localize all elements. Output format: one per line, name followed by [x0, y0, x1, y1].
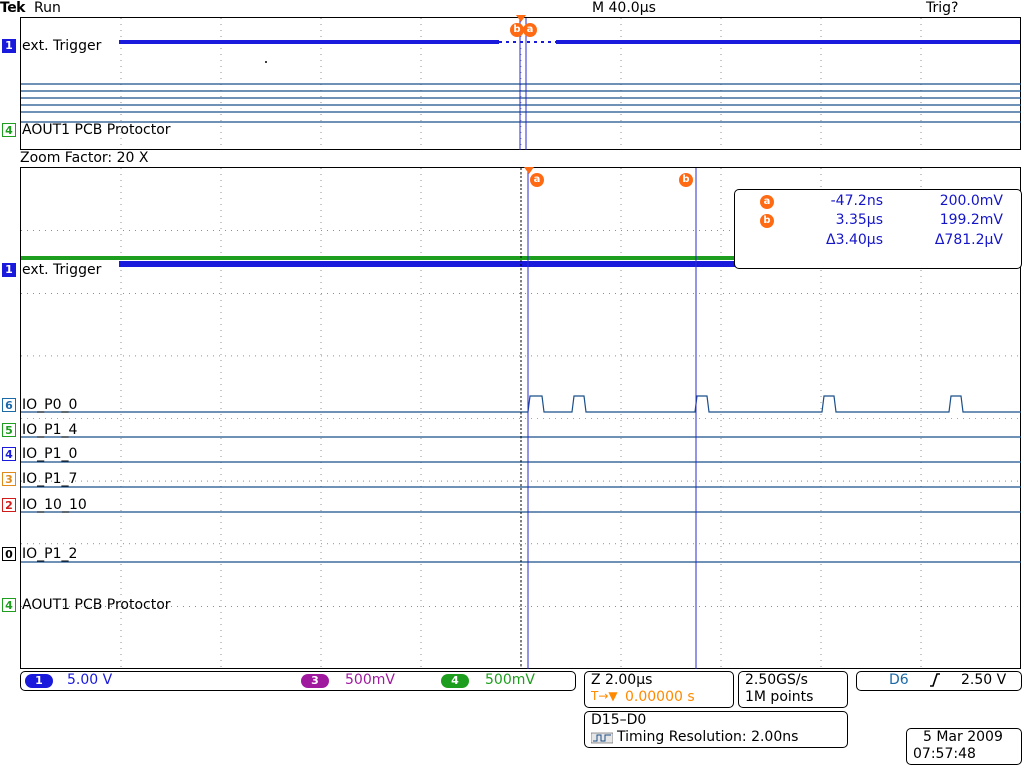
zoom-ch1-label: ext. Trigger: [22, 262, 102, 278]
ch1-scale[interactable]: 5.00 V: [67, 672, 112, 688]
time-label: 07:57:48: [913, 746, 976, 762]
overview-cursor-b-marker[interactable]: b: [510, 23, 524, 37]
vertical-scale-bar[interactable]: 1 5.00 V 3 500mV 4 500mV: [20, 671, 576, 691]
overview-waveform-svg: [21, 18, 1021, 150]
d3-marker[interactable]: 3: [2, 472, 16, 486]
trigger-status: Trig?: [926, 0, 959, 16]
trigger-source: D6: [889, 672, 909, 688]
digital-label-io-p1-4: IO_P1_4: [22, 422, 78, 438]
digital-label-io-p0-0: IO_P0_0: [22, 397, 78, 413]
timebase-readout: M 40.0µs: [592, 0, 656, 16]
cursor-readout-box: a -47.2ns 200.0mV b 3.35µs 199.2mV Δ3.40…: [734, 189, 1022, 269]
d6-marker[interactable]: 6: [2, 398, 16, 412]
d5-marker[interactable]: 5: [2, 423, 16, 437]
ch1-chip[interactable]: 1: [25, 674, 53, 688]
trigger-position-icon-small: T→▼: [591, 689, 618, 703]
horizontal-position: 0.00000 s: [625, 689, 695, 705]
zoom-factor-label: Zoom Factor: 20 X: [20, 150, 149, 166]
cursor-a-voltage: 200.0mV: [939, 193, 1003, 209]
digital-label-io-10-10: IO_10_10: [22, 497, 87, 513]
ch4-marker-overview[interactable]: 4: [2, 123, 16, 137]
brand-logo: Tek: [0, 0, 26, 16]
zoom-cursor-a-marker[interactable]: a: [530, 173, 544, 187]
ch4-marker-zoom[interactable]: 4: [2, 598, 16, 612]
acquisition-box[interactable]: 2.50GS/s 1M points: [738, 671, 848, 708]
trigger-box[interactable]: D6 2.50 V: [856, 671, 1022, 691]
cursor-delta-voltage: Δ781.2µV: [934, 232, 1003, 248]
ch3-scale[interactable]: 500mV: [345, 672, 395, 688]
ch1-marker-overview[interactable]: 1: [2, 39, 16, 53]
ch1-marker-zoom[interactable]: 1: [2, 263, 16, 277]
d4-marker[interactable]: 4: [2, 447, 16, 461]
zoom-cursor-b-marker[interactable]: b: [679, 173, 693, 187]
digital-timing-box[interactable]: D15–D0 Timing Resolution: 2.00ns: [584, 711, 848, 748]
ch4-scale[interactable]: 500mV: [485, 672, 535, 688]
cursor-b-voltage: 199.2mV: [939, 212, 1003, 228]
trigger-position-icon: [516, 15, 526, 22]
acquisition-state: Run: [34, 0, 61, 16]
d0-marker[interactable]: 0: [2, 547, 16, 561]
horizontal-zoom-box[interactable]: Z 2.00µs T→▼ 0.00000 s: [584, 671, 734, 708]
timing-resolution: Timing Resolution: 2.00ns: [617, 729, 799, 745]
cursor-delta-time: Δ3.40µs: [826, 232, 883, 248]
cursor-b-time: 3.35µs: [835, 212, 883, 228]
digital-label-io-p1-0: IO_P1_0: [22, 446, 78, 462]
ch4-chip[interactable]: 4: [441, 674, 469, 688]
d2-marker[interactable]: 2: [2, 498, 16, 512]
timing-resolution-icon: [590, 732, 614, 744]
overview-cursor-a-marker[interactable]: a: [523, 23, 537, 37]
zoom-scale: Z 2.00µs: [591, 672, 653, 688]
zoom-trigger-position-icon: [524, 167, 534, 174]
overview-ch1-label: ext. Trigger: [22, 38, 102, 54]
rising-edge-icon: [929, 672, 941, 692]
date-label: 5 Mar 2009: [923, 729, 1003, 745]
record-length: 1M points: [745, 689, 814, 705]
trigger-level: 2.50 V: [961, 672, 1007, 688]
cursor-a-time: -47.2ns: [830, 193, 883, 209]
digital-bus-label: D15–D0: [591, 712, 647, 728]
overview-ch4-label: AOUT1 PCB Protoctor: [22, 122, 171, 138]
sample-rate: 2.50GS/s: [745, 672, 808, 688]
ch3-chip[interactable]: 3: [301, 674, 329, 688]
date-time-box: 5 Mar 2009 07:57:48: [906, 728, 1022, 765]
digital-label-io-p1-2: IO_P1_2: [22, 546, 78, 562]
digital-label-io-p1-7: IO_P1_7: [22, 471, 78, 487]
zoom-ch4-label: AOUT1 PCB Protoctor: [22, 597, 171, 613]
